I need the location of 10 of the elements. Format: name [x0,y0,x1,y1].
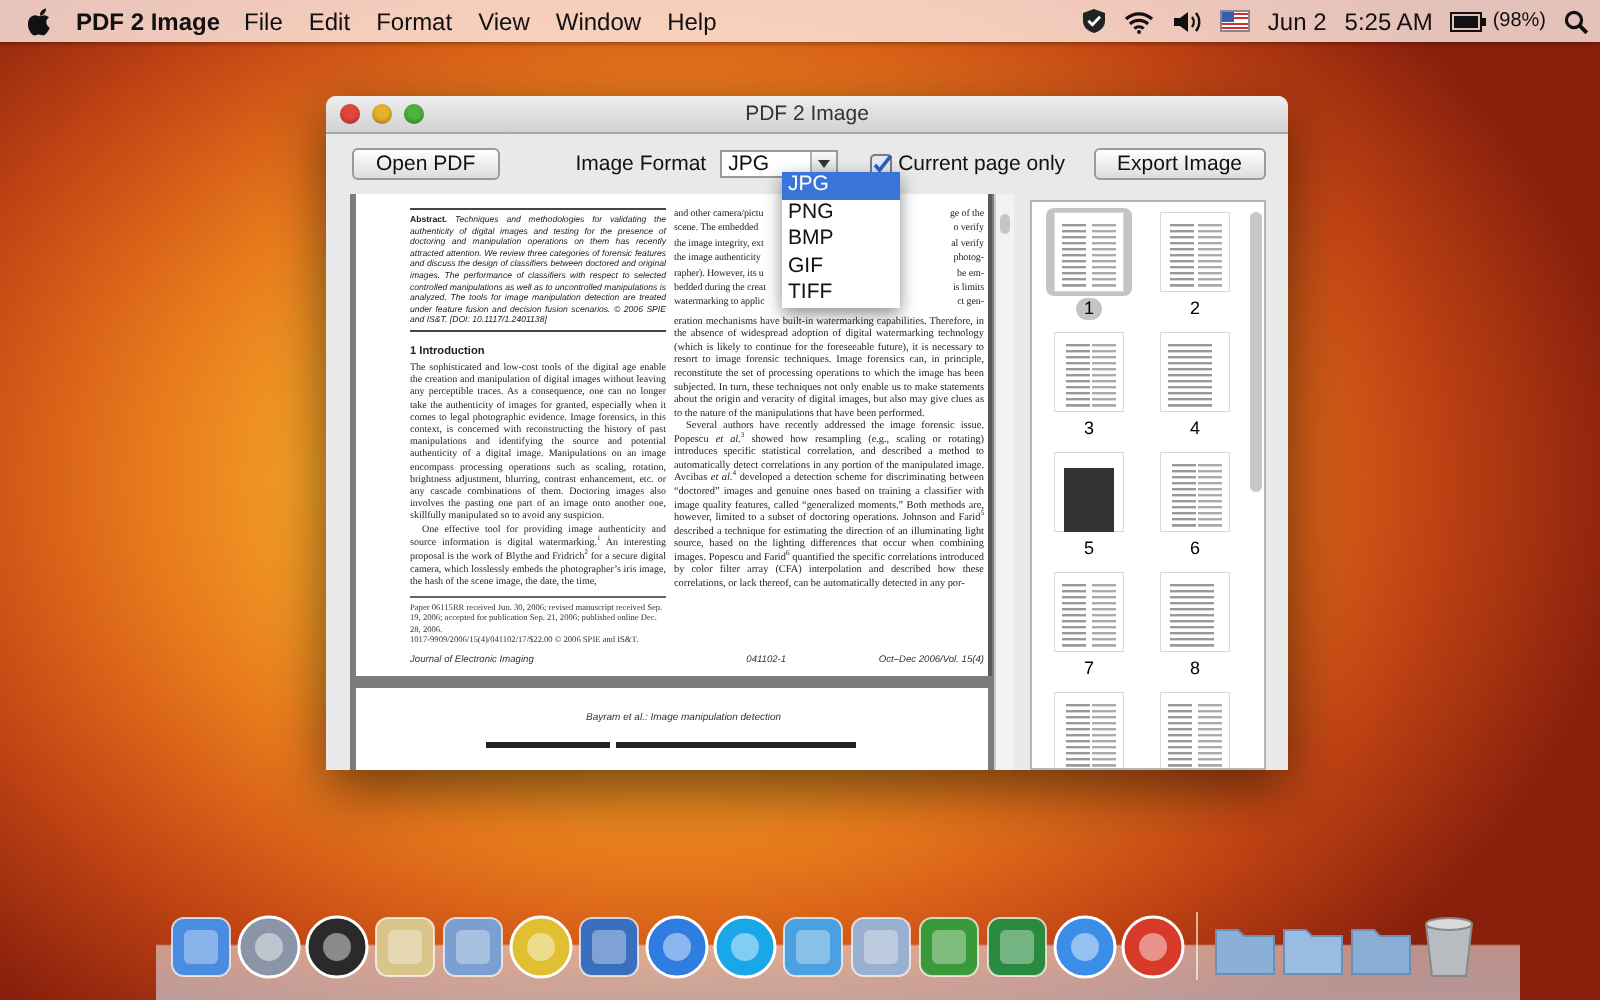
page-number: 7 [1081,658,1096,680]
page-number: 3 [1081,418,1096,440]
window-title: PDF 2 Image [743,102,871,126]
page-number: 4 [1187,418,1202,440]
page-number: 5 [1081,538,1096,560]
page-number: 1 [1075,298,1102,320]
page-number: 6 [1187,538,1202,560]
page-number: 8 [1187,658,1202,680]
page-number: 2 [1187,298,1202,320]
format-label: Image Format [575,152,707,176]
